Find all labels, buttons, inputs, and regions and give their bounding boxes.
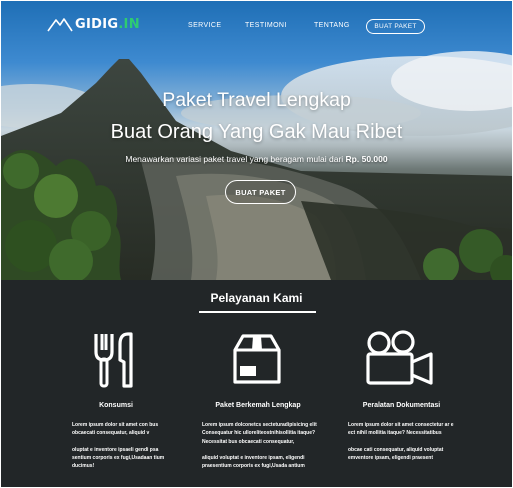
hero-title-line2: Buat Orang Yang Gak Mau Ribet — [110, 121, 403, 143]
services-section: Pelayanan Kami Konsumsi Lorem ipsum dolo… — [1, 280, 512, 487]
hero-subtitle: Menawarkan variasi paket travel yang ber… — [125, 154, 388, 164]
service-description: Lorem ipsum dolor sit amet con bus obcae… — [72, 422, 165, 470]
service-description: Lorem ipsum dolconetcs secteturadipisici… — [202, 422, 317, 470]
nav-link-service[interactable]: SERVICE — [188, 22, 221, 29]
hero-buat-paket-button[interactable]: BUAT PAKET — [225, 180, 296, 204]
logo-text: GIDIG.IN — [75, 16, 140, 32]
nav-link-tentang[interactable]: TENTANG — [314, 22, 350, 29]
service-name: Paket Berkemah Lengkap — [215, 402, 301, 409]
nav-buat-paket-button[interactable]: BUAT PAKET — [366, 19, 425, 34]
services-title: Pelayanan Kami — [210, 291, 303, 305]
service-description: Lorem ipsum dolor sit amet consectetur a… — [348, 422, 454, 461]
mountain-logo-icon — [47, 18, 73, 32]
package-box-icon — [233, 334, 281, 384]
video-camera-icon — [366, 330, 433, 385]
hero-section: GIDIG.IN SERVICE TESTIMONI TENTANG BUAT … — [1, 1, 512, 280]
page-frame: GIDIG.IN SERVICE TESTIMONI TENTANG BUAT … — [1, 1, 512, 487]
nav-link-testimoni[interactable]: TESTIMONI — [245, 22, 287, 29]
service-name: Konsumsi — [99, 402, 133, 409]
service-name: Peralatan Dokumentasi — [362, 402, 441, 409]
logo[interactable]: GIDIG.IN — [47, 16, 140, 32]
hero-price: Rp. 50.000 — [345, 154, 388, 164]
hero-title-line1: Paket Travel Lengkap — [162, 89, 351, 111]
fork-knife-icon — [94, 332, 133, 388]
services-title-underline — [199, 311, 316, 313]
